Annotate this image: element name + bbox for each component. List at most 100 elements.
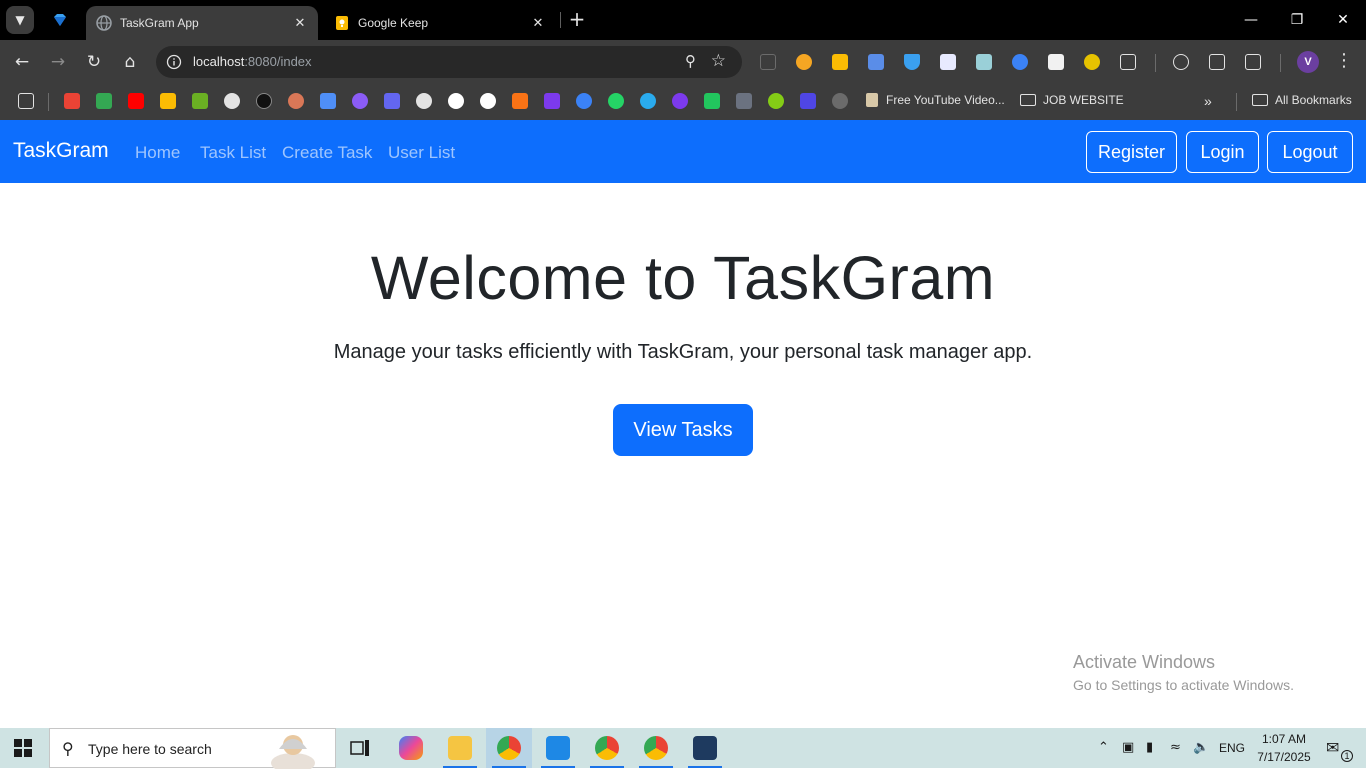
tab-close-icon[interactable]: ✕	[292, 15, 308, 31]
nav-link-home[interactable]: Home	[135, 143, 180, 163]
chrome-profile-v-icon[interactable]	[486, 728, 532, 768]
claude-icon[interactable]	[288, 93, 304, 109]
taskbar-search-box[interactable]: ⚲ Type here to search	[49, 728, 336, 769]
more-menu-icon[interactable]: ⋮	[1334, 50, 1354, 71]
url-text[interactable]: localhost:8080/index	[193, 54, 312, 69]
minimize-icon[interactable]: —	[1228, 0, 1274, 40]
volume-muted-icon[interactable]: 🔈	[1193, 740, 1209, 755]
google-drive-icon[interactable]	[96, 93, 112, 109]
activate-windows-watermark: Activate Windows Go to Settings to activ…	[1073, 652, 1294, 693]
forward-arrow-icon[interactable]: →	[44, 48, 72, 76]
bookmark-divider	[1236, 93, 1237, 111]
dark-bookmark-icon[interactable]	[256, 93, 272, 109]
job-extension-icon[interactable]	[940, 54, 956, 70]
picture-in-picture-icon[interactable]	[760, 54, 776, 70]
logout-button[interactable]: Logout	[1267, 131, 1353, 173]
extensions-puzzle-icon[interactable]	[1120, 54, 1136, 70]
zoom-magnifier-icon[interactable]: ⚲	[685, 52, 696, 70]
site-info-icon[interactable]	[164, 52, 184, 72]
lens-icon[interactable]	[1173, 54, 1189, 70]
bookmark-youtube-video[interactable]: Free YouTube Video...	[866, 93, 1005, 107]
keep-bookmark-icon[interactable]	[160, 93, 176, 109]
devices-icon[interactable]	[1245, 54, 1261, 70]
bookmark-folder-job-website[interactable]: JOB WEBSITE	[1020, 93, 1124, 107]
whatsapp-icon[interactable]	[608, 93, 624, 109]
input-language[interactable]: ENG	[1219, 741, 1245, 755]
terminal-bookmark-icon[interactable]	[736, 93, 752, 109]
navbar-brand[interactable]: TaskGram	[13, 139, 109, 163]
extension-orange-icon[interactable]	[796, 54, 812, 70]
bars-bookmark-icon[interactable]	[704, 93, 720, 109]
world-icon[interactable]	[480, 93, 496, 109]
translate-icon[interactable]	[1209, 54, 1225, 70]
more-bookmarks-chevron-icon[interactable]: »	[1204, 93, 1212, 109]
nav-link-task-list[interactable]: Task List	[200, 143, 266, 163]
chrome-second-profile-icon[interactable]	[633, 728, 679, 768]
register-button[interactable]: Register	[1086, 131, 1177, 173]
browser-tab-strip: ▼ TaskGram App ✕ Google Keep ✕ + — ❐ ✕	[0, 0, 1366, 40]
perplexity-icon[interactable]	[416, 93, 432, 109]
screen-extension-icon[interactable]	[976, 54, 992, 70]
tab-google-keep[interactable]: Google Keep ✕	[324, 6, 556, 40]
app-navbar: TaskGram Home Task List Create Task User…	[0, 120, 1366, 183]
gear-bookmark-icon[interactable]	[832, 93, 848, 109]
download-bookmark-icon[interactable]	[192, 93, 208, 109]
login-button[interactable]: Login	[1186, 131, 1259, 173]
u-bookmark-icon[interactable]	[672, 93, 688, 109]
notifications-icon[interactable]: ✉	[1326, 738, 1339, 757]
m-bookmark-icon[interactable]	[512, 93, 528, 109]
tab-close-icon[interactable]: ✕	[530, 15, 546, 31]
clock-date[interactable]: 7/17/2025	[1254, 750, 1314, 764]
spring-icon[interactable]	[768, 93, 784, 109]
task-view-icon[interactable]	[337, 728, 383, 768]
openai-icon[interactable]	[224, 93, 240, 109]
speed-icon[interactable]	[448, 93, 464, 109]
youtube-icon[interactable]	[128, 93, 144, 109]
star-bookmark-icon[interactable]	[544, 93, 560, 109]
tab-search-chevron-icon[interactable]: ▼	[6, 6, 34, 34]
sync-extension-icon[interactable]	[1012, 54, 1028, 70]
folder-icon	[1020, 94, 1036, 106]
apps-grid-icon[interactable]	[18, 93, 34, 109]
wifi-icon[interactable]: ≈	[1170, 740, 1181, 755]
meet-now-icon[interactable]: ▣	[1122, 740, 1134, 755]
mysql-workbench-icon[interactable]	[682, 728, 728, 768]
translate-extension-icon[interactable]	[868, 54, 884, 70]
windows-start-icon[interactable]	[14, 739, 32, 757]
reload-icon[interactable]: ↻	[80, 48, 108, 76]
gemini-icon[interactable]	[320, 93, 336, 109]
tab-taskgram[interactable]: TaskGram App ✕	[86, 6, 318, 40]
wix-icon[interactable]	[384, 93, 400, 109]
extension-keep-icon[interactable]	[832, 54, 848, 70]
address-bar[interactable]: localhost:8080/index ⚲ ☆	[156, 46, 742, 78]
bookmark-star-icon[interactable]: ☆	[711, 51, 726, 71]
home-icon[interactable]: ⌂	[116, 48, 144, 76]
telegram-icon[interactable]	[640, 93, 656, 109]
search-placeholder: Type here to search	[88, 741, 212, 757]
cursor-extension-icon[interactable]	[1084, 54, 1100, 70]
vscode-icon[interactable]	[535, 728, 581, 768]
show-hidden-icons-chevron-icon[interactable]: ⌃	[1098, 740, 1109, 755]
restore-icon[interactable]: ❐	[1274, 0, 1320, 40]
gmail-icon[interactable]	[64, 93, 80, 109]
clock-time[interactable]: 1:07 AM	[1259, 732, 1309, 746]
globe-icon	[96, 15, 112, 31]
window-close-icon[interactable]: ✕	[1320, 0, 1366, 40]
text-extension-icon[interactable]	[1048, 54, 1064, 70]
play-bookmark-icon[interactable]	[576, 93, 592, 109]
copilot-icon[interactable]	[388, 728, 434, 768]
battery-icon[interactable]: ▮	[1146, 740, 1153, 755]
nav-link-create-task[interactable]: Create Task	[282, 143, 372, 163]
back-arrow-icon[interactable]: ←	[8, 48, 36, 76]
gem-extension-icon[interactable]	[904, 54, 920, 70]
nav-link-user-list[interactable]: User List	[388, 143, 455, 163]
profile-avatar[interactable]: V	[1297, 51, 1319, 73]
file-explorer-icon[interactable]	[437, 728, 483, 768]
chrome-icon[interactable]	[584, 728, 630, 768]
new-tab-plus-icon[interactable]: +	[566, 8, 588, 30]
view-tasks-button[interactable]: View Tasks	[613, 404, 753, 456]
code-bookmark-icon[interactable]	[800, 93, 816, 109]
all-bookmarks-folder[interactable]: All Bookmarks	[1252, 93, 1352, 107]
copilot-bookmark-icon[interactable]	[352, 93, 368, 109]
pinned-tab-gem-icon[interactable]	[44, 6, 76, 34]
